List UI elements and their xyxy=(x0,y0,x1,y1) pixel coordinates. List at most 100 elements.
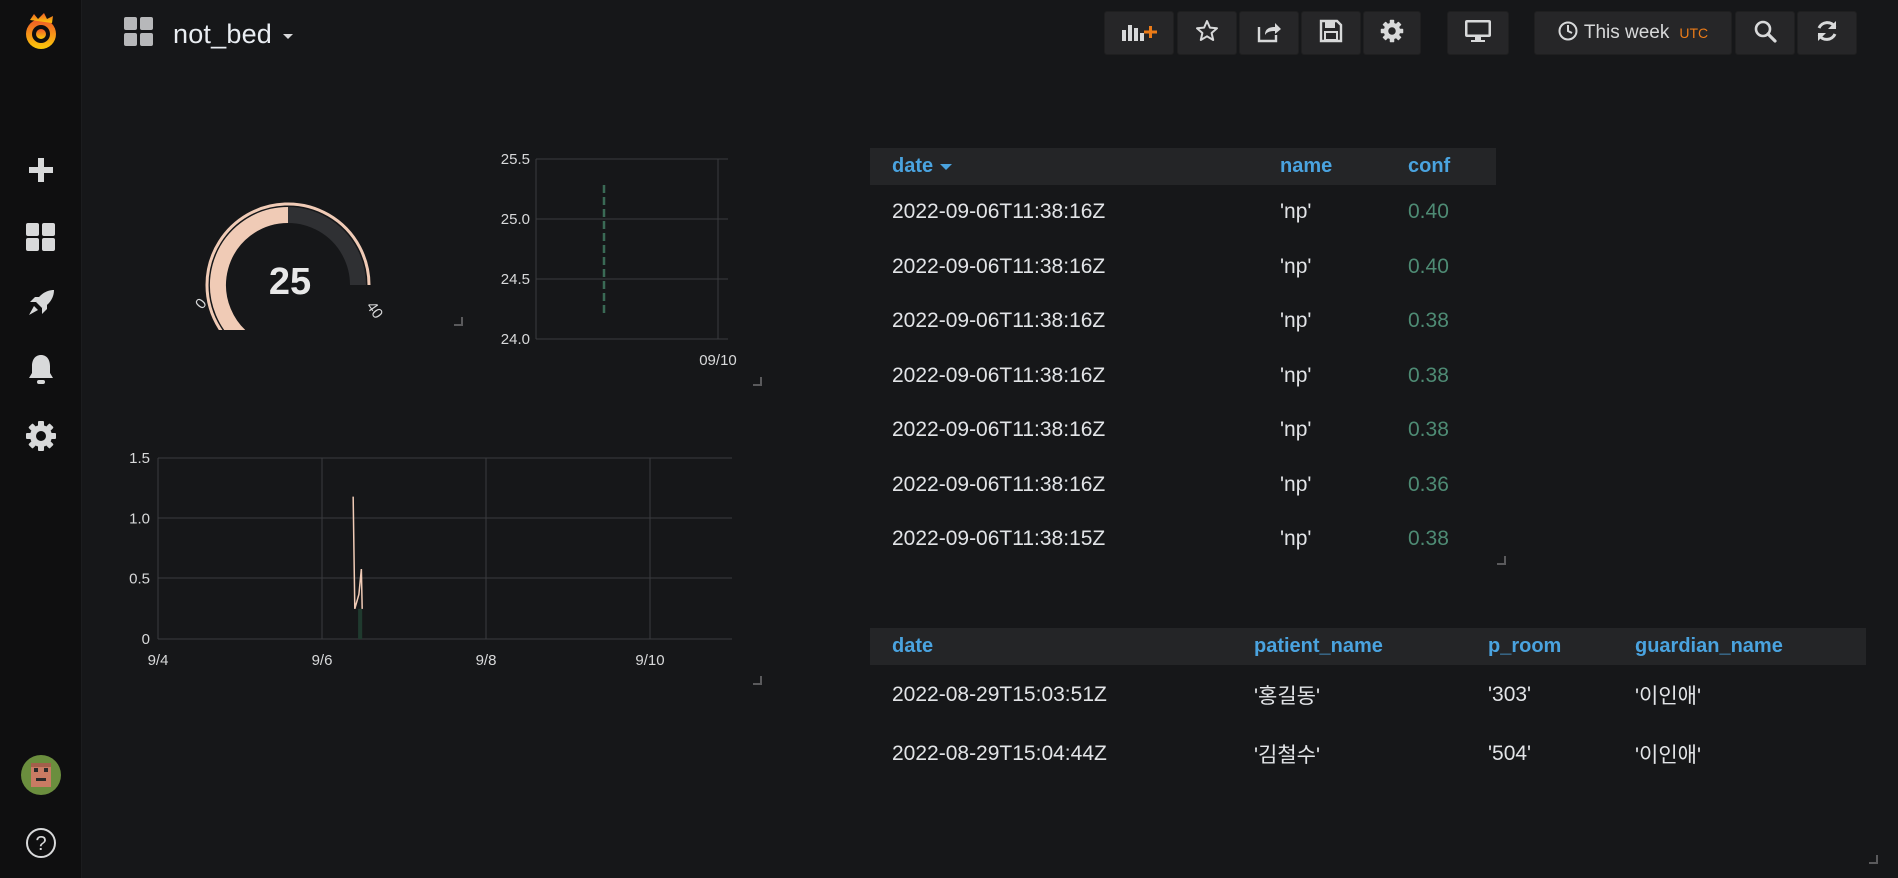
save-icon xyxy=(1319,19,1343,48)
dashboard-grid-icon xyxy=(123,16,155,53)
plus-icon[interactable] xyxy=(0,140,81,200)
svg-text:?: ? xyxy=(35,833,46,855)
x-tick-label: 9/8 xyxy=(476,652,497,669)
table-cell: 0.36 xyxy=(1408,472,1449,496)
bell-icon[interactable] xyxy=(0,339,81,399)
share-icon xyxy=(1256,19,1282,48)
table-header-row: date name conf xyxy=(870,148,1496,185)
star-icon xyxy=(1195,19,1219,48)
column-header-date[interactable]: date xyxy=(870,148,1280,185)
table-cell: '504' xyxy=(1488,741,1532,765)
column-header-guardian-name[interactable]: guardian_name xyxy=(1635,628,1866,665)
timezone-badge: UTC xyxy=(1679,25,1709,41)
dashboard-settings-button[interactable] xyxy=(1363,11,1421,55)
star-button[interactable] xyxy=(1177,11,1237,55)
gauge-chart: 0 40 xyxy=(192,202,386,357)
column-header-name[interactable]: name xyxy=(1280,148,1408,185)
dashboard-navbar: not_bed This week UTC xyxy=(81,0,1898,68)
zoom-out-icon xyxy=(1753,19,1777,48)
gauge-panel: 0 40 25 xyxy=(190,180,390,357)
column-header-p-room[interactable]: p_room xyxy=(1488,628,1635,665)
y-tick-label: 0 xyxy=(142,631,150,648)
table-cell: 2022-09-06T11:38:16Z xyxy=(892,418,1106,442)
sort-desc-icon xyxy=(939,155,953,177)
sparkline-panel: 25.5 25.0 24.5 24.0 09/10 xyxy=(480,145,750,375)
y-tick-label: 24.0 xyxy=(501,331,530,348)
table-cell: 2022-08-29T15:03:51Z xyxy=(892,682,1107,706)
table-cell: 0.38 xyxy=(1408,309,1449,333)
y-tick-label: 1.0 xyxy=(129,510,150,527)
y-tick-label: 1.5 xyxy=(129,450,150,467)
table-cell: 0.38 xyxy=(1408,527,1449,551)
detections-table-panel: date name conf 2022-09-06T11:38:16Z 'np' 0… xyxy=(870,148,1496,568)
table-cell: 'np' xyxy=(1280,527,1312,551)
table-row: 2022-09-06T11:38:16Z 'np' 0.36 xyxy=(870,458,1496,513)
column-header-conf[interactable]: conf xyxy=(1408,148,1496,185)
table-cell: 2022-08-29T15:04:44Z xyxy=(892,741,1107,765)
table-row: 2022-09-06T11:38:16Z 'np' 0.38 xyxy=(870,294,1496,349)
tv-monitor-icon xyxy=(1464,19,1492,48)
add-panel-button[interactable] xyxy=(1104,11,1174,55)
table-cell: '이인애' xyxy=(1635,743,1701,767)
gauge-value: 25 xyxy=(268,261,312,303)
table-cell: 2022-09-06T11:38:16Z xyxy=(892,363,1106,387)
time-range-picker[interactable]: This week UTC xyxy=(1534,11,1732,55)
share-button[interactable] xyxy=(1239,11,1299,55)
table-cell: 0.38 xyxy=(1408,363,1449,387)
save-button[interactable] xyxy=(1301,11,1361,55)
gear-icon[interactable] xyxy=(0,406,81,466)
table-cell: 0.40 xyxy=(1408,200,1449,224)
zoom-out-button[interactable] xyxy=(1735,11,1795,55)
table-cell: 'np' xyxy=(1280,200,1312,224)
table-cell: 2022-09-06T11:38:16Z xyxy=(892,472,1106,496)
patients-table-panel: date patient_name p_room guardian_name 2… xyxy=(870,628,1866,798)
table-cell: 0.40 xyxy=(1408,254,1449,278)
table-cell: 2022-09-06T11:38:16Z xyxy=(892,254,1106,278)
table-cell: '이인애' xyxy=(1635,684,1701,708)
y-tick-label: 24.5 xyxy=(501,271,530,288)
table-row: 2022-09-06T11:38:16Z 'np' 0.40 xyxy=(870,240,1496,295)
panel-resize-handle[interactable] xyxy=(1497,556,1506,565)
table-cell: 2022-09-06T11:38:16Z xyxy=(892,200,1106,224)
table-cell: 'np' xyxy=(1280,418,1312,442)
x-tick-label: 9/4 xyxy=(148,652,169,669)
table-cell: 2022-09-06T11:38:16Z xyxy=(892,309,1106,333)
dashboards-grid-icon[interactable] xyxy=(0,207,81,267)
dashboard-title: not_bed xyxy=(173,18,272,49)
table-cell: 'np' xyxy=(1280,309,1312,333)
panel-resize-handle[interactable] xyxy=(454,317,463,326)
panel-resize-handle[interactable] xyxy=(1869,855,1878,864)
refresh-button[interactable] xyxy=(1797,11,1857,55)
table-cell: 'np' xyxy=(1280,363,1312,387)
view-mode-button[interactable] xyxy=(1447,11,1509,55)
user-avatar[interactable] xyxy=(0,745,81,805)
y-tick-label: 0.5 xyxy=(129,571,150,588)
column-header-date[interactable]: date xyxy=(870,628,1254,665)
table-row: 2022-08-29T15:04:44Z '김철수' '504' '이인애' xyxy=(870,724,1866,783)
rocket-icon[interactable] xyxy=(0,273,81,333)
table-cell: '홍길동' xyxy=(1254,684,1320,708)
settings-gear-icon xyxy=(1380,19,1404,48)
dashboard-title-picker[interactable]: not_bed xyxy=(123,14,294,54)
table-cell: 0.38 xyxy=(1408,418,1449,442)
table-row: 2022-09-06T11:38:15Z 'np' 0.38 xyxy=(870,512,1496,567)
panel-resize-handle[interactable] xyxy=(753,377,762,386)
y-tick-label: 25.5 xyxy=(501,151,530,168)
table-cell: 2022-09-06T11:38:15Z xyxy=(892,527,1106,551)
x-tick-label: 9/10 xyxy=(635,652,664,669)
table-row: 2022-09-06T11:38:16Z 'np' 0.38 xyxy=(870,403,1496,458)
table-cell: 'np' xyxy=(1280,254,1312,278)
grafana-logo-icon[interactable] xyxy=(0,2,81,62)
panel-resize-handle[interactable] xyxy=(753,676,762,685)
x-tick-label: 9/6 xyxy=(312,652,333,669)
help-icon[interactable]: ? xyxy=(0,813,81,873)
column-header-patient-name[interactable]: patient_name xyxy=(1254,628,1488,665)
x-tick-label: 09/10 xyxy=(699,352,737,369)
patients-table: date patient_name p_room guardian_name 2… xyxy=(870,628,1866,783)
sparkline-chart: 25.5 25.0 24.5 24.0 09/10 xyxy=(501,151,737,369)
refresh-icon xyxy=(1814,18,1840,49)
detections-table: date name conf 2022-09-06T11:38:16Z 'np' 0… xyxy=(870,148,1496,567)
side-menu: ? xyxy=(0,0,82,878)
y-tick-label: 25.0 xyxy=(501,211,530,228)
table-row: 2022-09-06T11:38:16Z 'np' 0.38 xyxy=(870,349,1496,404)
